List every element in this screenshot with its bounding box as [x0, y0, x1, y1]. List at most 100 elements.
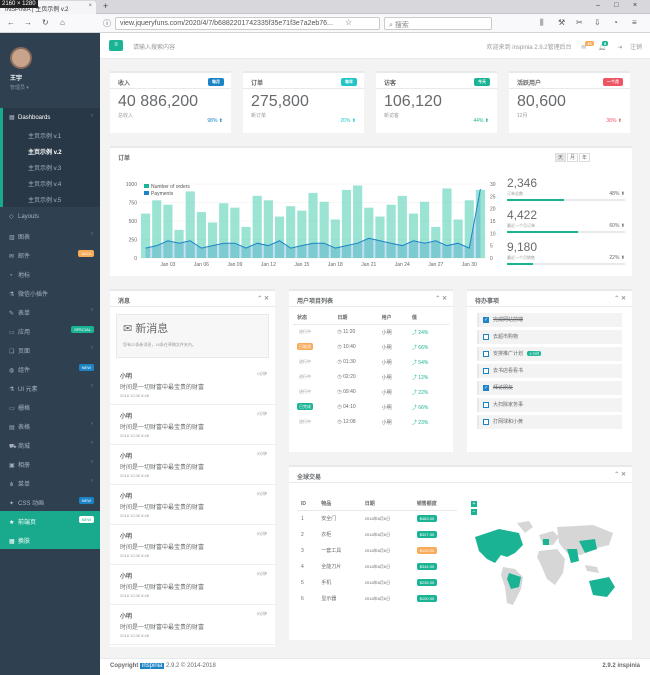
message-item[interactable]: 小明 时间是一切财富中最宝贵的财富 2018.10.06 8:48 5分钟 — [110, 485, 275, 525]
info-icon[interactable]: ⓘ — [103, 18, 111, 29]
todo-item[interactable]: ✓ 拜访朋友 — [477, 381, 622, 395]
table-row[interactable]: 进行中 ◷ 01:30 小明 ⤴ 54% — [293, 355, 449, 370]
sidebar-item[interactable]: ⚗ UI 元素 ‹ — [0, 378, 100, 397]
bookmark-icon[interactable]: ☆ — [345, 18, 352, 27]
sidebar-item[interactable]: ◍ 组件 NEW — [0, 359, 100, 378]
todo-checkbox[interactable]: ✓ — [483, 384, 489, 391]
table-row[interactable]: 5 手机 2018年6月6日 $235.00 — [297, 575, 457, 591]
indonesia[interactable] — [585, 565, 599, 573]
mail-icon[interactable]: ✉ 16 — [581, 41, 594, 51]
new-tab-button[interactable]: + — [103, 1, 108, 11]
table-row[interactable]: 3 一套工具 2018年6月6日 $125.00 — [297, 543, 457, 559]
menu-toggle-button[interactable]: ≡ — [109, 40, 123, 51]
sidebar-item[interactable]: ▦ 换肤 — [0, 530, 100, 549]
browser-search-field[interactable]: ⌕ 搜索 — [384, 17, 492, 30]
screenshot-icon[interactable]: ✂ — [576, 18, 583, 27]
message-item[interactable]: 小明 时间是一切财富中最宝贵的财富 2018.10.06 8:48 2分钟 — [110, 405, 275, 445]
forward-icon[interactable]: → — [24, 18, 32, 27]
period-button[interactable]: 月 — [566, 153, 578, 162]
footer-brand[interactable]: inspinia — [140, 663, 165, 669]
australia[interactable] — [589, 577, 615, 597]
message-item[interactable]: 小明 时间是一切财富中最宝贵的财富 2018.10.06 8:48 1分钟 — [110, 365, 275, 405]
menu-icon[interactable]: ≡ — [632, 18, 637, 27]
url-field[interactable]: view.jqueryfuns.com/2020/4/7/b6882201742… — [115, 17, 380, 30]
home-icon[interactable]: ⌂ — [60, 18, 65, 27]
sidebar-item[interactable]: 主页示例 v.2 — [0, 143, 100, 159]
greenland[interactable] — [517, 521, 533, 533]
todo-item[interactable]: 安排推广计划 1小时 — [477, 347, 622, 361]
sidebar-item[interactable]: ⛟商城 ‹ — [0, 435, 100, 454]
table-row[interactable]: 进行中 ◷ 12:08 小明 ⤴ 23% — [293, 415, 449, 430]
sidebar-item[interactable]: ▣ 相册 ‹ — [0, 454, 100, 473]
india[interactable] — [567, 549, 579, 563]
avatar[interactable] — [10, 47, 32, 69]
sidebar-item[interactable]: ⚗ 微信小插件 — [0, 283, 100, 302]
sidebar-item[interactable]: 主页示例 v.3 — [0, 159, 100, 175]
card-tools[interactable]: ⌃ ✕ — [614, 295, 626, 302]
back-icon[interactable]: ← — [7, 18, 15, 27]
sidebar-item[interactable]: 主页示例 v.4 — [0, 175, 100, 191]
table-row[interactable]: 已取消 ◷ 10:40 小明 ⤴ 66% — [293, 340, 449, 355]
card-tools[interactable]: ⌃ ✕ — [257, 295, 269, 302]
tab-close-icon[interactable]: × — [88, 3, 92, 9]
todo-item[interactable]: 打网球和小黄 — [477, 415, 622, 429]
period-button[interactable]: 年 — [578, 153, 590, 162]
sidebar-item[interactable]: ▦ Dashboards ‹ — [0, 108, 100, 127]
extension-icon[interactable]: ◔ — [613, 18, 618, 27]
reload-icon[interactable]: ↻ — [42, 18, 49, 27]
top-search-input[interactable]: 请输入搜索内容 — [133, 42, 175, 51]
table-row[interactable]: 6 显示器 2018年6月6日 $100.00 — [297, 591, 457, 607]
todo-item[interactable]: 大扫除家务事 — [477, 398, 622, 412]
sidebar-item[interactable]: ▭ 应用 SPECIAL — [0, 321, 100, 340]
minimize-icon[interactable]: – — [596, 2, 600, 9]
todo-item[interactable]: ✓ 完成网站前端 — [477, 313, 622, 327]
sidebar-item[interactable]: ❏ 页面 ‹ — [0, 340, 100, 359]
sidebar-item[interactable]: ▥ 图表 ‹ — [0, 226, 100, 245]
table-row[interactable]: 4 全能刀片 2018年6月6日 $344.00 — [297, 559, 457, 575]
todo-checkbox[interactable] — [483, 418, 489, 425]
todo-checkbox[interactable] — [483, 333, 489, 340]
sidebar-item[interactable]: ▭ 栅格 — [0, 397, 100, 416]
period-button[interactable]: 天 — [554, 153, 566, 162]
todo-checkbox[interactable] — [483, 350, 489, 357]
sidebar-item[interactable]: ✦ CSS 动画 NEW — [0, 492, 100, 511]
table-row[interactable]: 1 安全门 2018年6月6日 $483.00 — [297, 511, 457, 527]
sidebar-item[interactable]: ◔ 地标 — [0, 264, 100, 283]
message-item[interactable]: 小明 时间是一切财富中最宝贵的财富 2018.10.06 8:48 5分钟 — [110, 605, 275, 645]
message-item[interactable]: 小明 时间是一切财富中最宝贵的财富 2018.10.06 8:48 5分钟 — [110, 565, 275, 605]
message-item[interactable]: 小明 时间是一切财富中最宝贵的财富 2018.10.06 8:48 5分钟 — [110, 525, 275, 565]
profile-role[interactable]: 管理员 ▾ — [10, 84, 100, 91]
germany[interactable] — [543, 539, 549, 545]
sidebar-item[interactable]: ✎ 表单 ‹ — [0, 302, 100, 321]
message-item[interactable]: 小明 时间是一切财富中最宝贵的财富 2018.10.06 8:48 3分钟 — [110, 445, 275, 485]
logout-link[interactable]: ⇥ 注销 — [617, 45, 642, 51]
todo-checkbox[interactable]: ✓ — [483, 316, 489, 323]
card-tools[interactable]: ⌃ ✕ — [614, 471, 626, 478]
north-america[interactable] — [475, 529, 523, 563]
card-tools[interactable]: ⌃ ✕ — [435, 295, 447, 302]
sidebar-item[interactable]: ⋔ 菜单 ‹ — [0, 473, 100, 492]
profile-name[interactable]: 王宇 — [10, 73, 100, 82]
sidebar-item[interactable]: 主页示例 v.1 — [0, 127, 100, 143]
sidebar-item[interactable]: ◇ Layouts — [0, 207, 100, 226]
sidebar-item[interactable]: ▤ 表格 ‹ — [0, 416, 100, 435]
library-icon[interactable]: ⫼ — [540, 18, 544, 28]
table-row[interactable]: 已完成 ◷ 04:10 小明 ⤴ 66% — [293, 400, 449, 415]
todo-checkbox[interactable] — [483, 367, 489, 374]
todo-item[interactable]: 去超市购物 — [477, 330, 622, 344]
table-row[interactable]: 进行中 ◷ 09:40 小明 ⤴ 22% — [293, 385, 449, 400]
africa[interactable] — [537, 549, 565, 585]
close-window-icon[interactable]: × — [633, 2, 637, 9]
sidebar-item[interactable]: ★ 前端页 NEW — [0, 511, 100, 530]
download-icon[interactable]: ⇩ — [594, 18, 601, 27]
table-row[interactable]: 2 衣柜 2018年6月6日 $327.00 — [297, 527, 457, 543]
table-row[interactable]: 进行中 ◷ 11:20 小明 ⤴ 24% — [293, 325, 449, 340]
zoom-in-button[interactable]: + — [471, 501, 477, 507]
sidebar-item[interactable]: 主页示例 v.5 — [0, 191, 100, 207]
sidebar-item[interactable]: ✉ 邮件 16/24 — [0, 245, 100, 264]
todo-checkbox[interactable] — [483, 401, 489, 408]
tools-icon[interactable]: ⚒ — [558, 18, 565, 27]
bell-icon[interactable]: 🔔︎ 8 — [598, 41, 609, 51]
maximize-icon[interactable]: □ — [614, 2, 618, 9]
table-row[interactable]: 进行中 ◷ 02:20 小明 ⤴ 12% — [293, 370, 449, 385]
